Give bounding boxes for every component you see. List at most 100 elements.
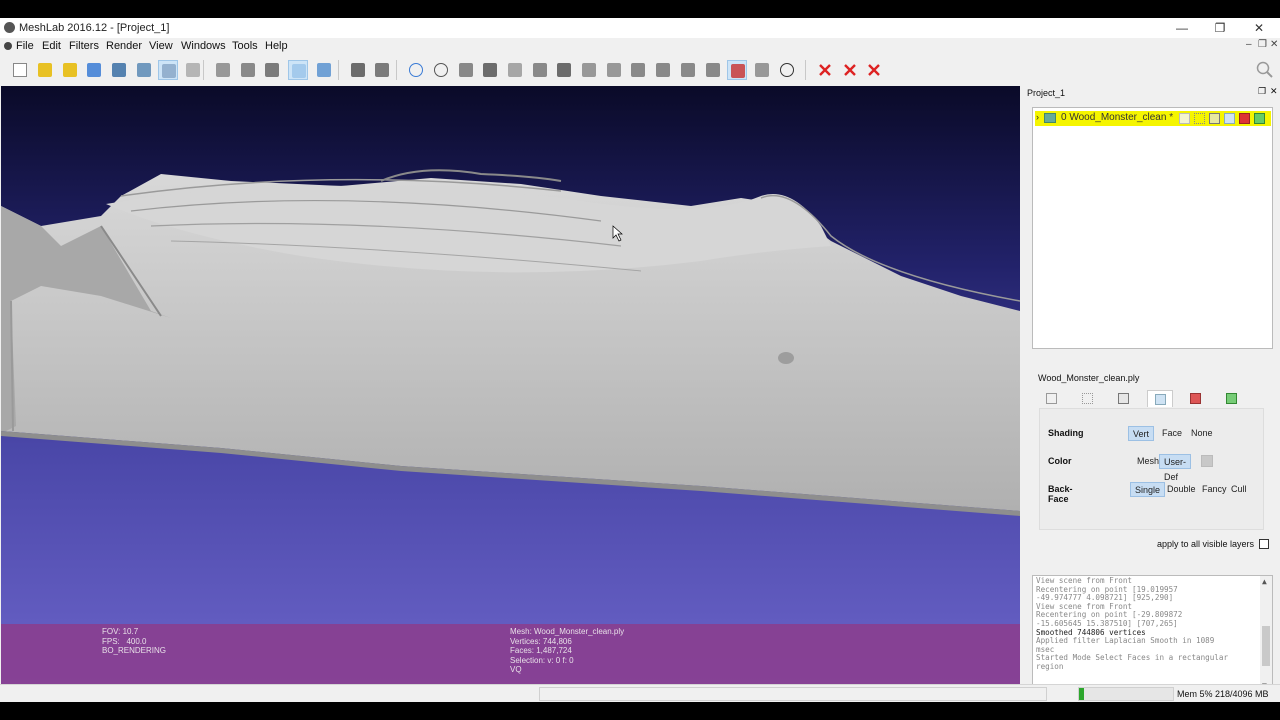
menu-windows[interactable]: Windows <box>181 40 226 52</box>
color-userdef-option[interactable]: User-Def <box>1159 454 1191 482</box>
delete-vertices-icon <box>843 63 857 77</box>
apply-all-label: apply to all visible layers <box>1157 539 1255 549</box>
menu-file[interactable]: File <box>16 40 34 52</box>
reload-button[interactable] <box>84 60 104 80</box>
delete-faces-button[interactable] <box>815 60 835 80</box>
menu-edit[interactable]: Edit <box>42 40 61 52</box>
color-label: Color <box>1048 456 1072 466</box>
info-button[interactable] <box>777 60 797 80</box>
scroll-thumb[interactable] <box>1262 626 1270 666</box>
new-project-button[interactable] <box>10 60 30 80</box>
menu-help[interactable]: Help <box>265 40 288 52</box>
axes-button[interactable] <box>372 60 392 80</box>
select-button[interactable] <box>530 60 550 80</box>
memory-bar-fill <box>1079 688 1084 700</box>
close-panel-button[interactable]: ✕ <box>1270 86 1278 97</box>
open-mesh-button[interactable] <box>35 60 55 80</box>
layer-texture-icon[interactable] <box>1239 113 1250 124</box>
bounding-box-button[interactable] <box>213 60 233 80</box>
mdi-minimize-button[interactable]: – <box>1246 39 1252 50</box>
meshlab-logo-icon <box>4 22 15 33</box>
select-faces-button[interactable] <box>727 60 747 80</box>
smooth-button[interactable] <box>288 60 308 80</box>
measure-button[interactable] <box>480 60 500 80</box>
log-line: Applied filter Laplacian Smooth in 1089 <box>1036 636 1215 646</box>
select-vertices-button[interactable] <box>752 60 772 80</box>
flat-button[interactable] <box>314 60 334 80</box>
backface-cull-option[interactable]: Cull <box>1227 482 1251 497</box>
globe-icon <box>409 63 423 77</box>
mesh-name-readout: Mesh: Wood_Monster_clean.ply <box>510 627 625 636</box>
globe-button[interactable] <box>406 60 426 80</box>
menu-tools[interactable]: Tools <box>232 40 258 52</box>
align-button[interactable] <box>604 60 624 80</box>
points-tab[interactable] <box>1075 390 1101 407</box>
vertices-readout: Vertices: 744,806 <box>510 636 572 646</box>
paint-button[interactable] <box>505 60 525 80</box>
select-vertices-icon <box>755 63 769 77</box>
float-panel-button[interactable]: ❐ <box>1258 86 1266 97</box>
points-button[interactable] <box>238 60 258 80</box>
color-swatch[interactable] <box>1201 455 1213 467</box>
render-properties: Shading Vert Face None Color Mesh User-D… <box>1039 408 1264 530</box>
menu-view[interactable]: View <box>149 40 173 52</box>
fill-tab[interactable] <box>1147 390 1173 407</box>
trackball-button[interactable] <box>348 60 368 80</box>
menu-filters[interactable]: Filters <box>69 40 99 52</box>
save-button[interactable] <box>109 60 129 80</box>
open-project-button[interactable] <box>60 60 80 80</box>
fov-readout: FOV: 10.7 <box>102 627 139 636</box>
backface-double-option[interactable]: Double <box>1163 482 1200 497</box>
scroll-up-icon[interactable]: ▲ <box>1262 577 1267 586</box>
bbox-tab[interactable] <box>1039 390 1065 407</box>
log-scrollbar[interactable]: ▲ ▼ <box>1260 576 1272 693</box>
align-icon <box>607 63 621 77</box>
vq-readout: VQ <box>510 665 522 674</box>
menu-render[interactable]: Render <box>106 40 142 52</box>
delete-vertices-button[interactable] <box>840 60 860 80</box>
manipulator-button[interactable] <box>628 60 648 80</box>
segment-button[interactable] <box>678 60 698 80</box>
pickpoints-button[interactable] <box>579 60 599 80</box>
shading-none-option[interactable]: None <box>1187 426 1217 441</box>
layer-row-0[interactable]: › 0 Wood_Monster_clean * <box>1035 111 1271 126</box>
shading-vert-option[interactable]: Vert <box>1128 426 1155 441</box>
mdi-restore-button[interactable]: ❐ <box>1258 39 1267 50</box>
snapshot-button[interactable] <box>134 60 154 80</box>
texture-button[interactable] <box>456 60 476 80</box>
backface-single-option[interactable]: Single <box>1130 482 1166 497</box>
close-button[interactable]: ✕ <box>1239 19 1279 37</box>
extra-tab[interactable] <box>1219 390 1245 407</box>
layers-button[interactable] <box>158 60 178 80</box>
shading-face-option[interactable]: Face <box>1158 426 1186 441</box>
layer-fill-icon[interactable] <box>1224 113 1235 124</box>
search-button[interactable] <box>1255 60 1275 80</box>
annotation-button[interactable] <box>431 60 451 80</box>
delete-selection-button[interactable] <box>864 60 884 80</box>
backface-fancy-option[interactable]: Fancy <box>1198 482 1231 497</box>
mdi-close-button[interactable]: ✕ <box>1270 39 1278 50</box>
layers-icon <box>162 64 176 78</box>
minimize-button[interactable]: — <box>1162 19 1202 37</box>
wireframe-button[interactable] <box>262 60 282 80</box>
texture-tab[interactable] <box>1183 390 1209 407</box>
log-lines: View scene from Front Recentering on poin… <box>1036 576 1258 672</box>
raster-button[interactable] <box>183 60 203 80</box>
mdi-doc-icon[interactable] <box>4 42 12 50</box>
flat-icon <box>317 63 331 77</box>
layer-bbox-icon[interactable] <box>1179 113 1190 124</box>
3d-viewport[interactable]: FOV: 10.7 FPS: 400.0 BO_RENDERING Mesh: … <box>1 86 1020 684</box>
brush-button[interactable] <box>554 60 574 80</box>
visibility-toggle-icon[interactable] <box>1044 113 1056 123</box>
expand-arrow-icon[interactable]: › <box>1036 112 1039 122</box>
layer-points-icon[interactable] <box>1194 113 1205 124</box>
quality-button[interactable] <box>703 60 723 80</box>
apply-all-checkbox[interactable] <box>1259 539 1269 549</box>
wire-tab[interactable] <box>1111 390 1137 407</box>
layer-wire-icon[interactable] <box>1209 113 1220 124</box>
save-icon <box>112 63 126 77</box>
apply-all-row: apply to all visible layers <box>1157 539 1269 549</box>
fill-button[interactable] <box>653 60 673 80</box>
maximize-button[interactable]: ❐ <box>1200 19 1240 37</box>
layer-extra-icon[interactable] <box>1254 113 1265 124</box>
